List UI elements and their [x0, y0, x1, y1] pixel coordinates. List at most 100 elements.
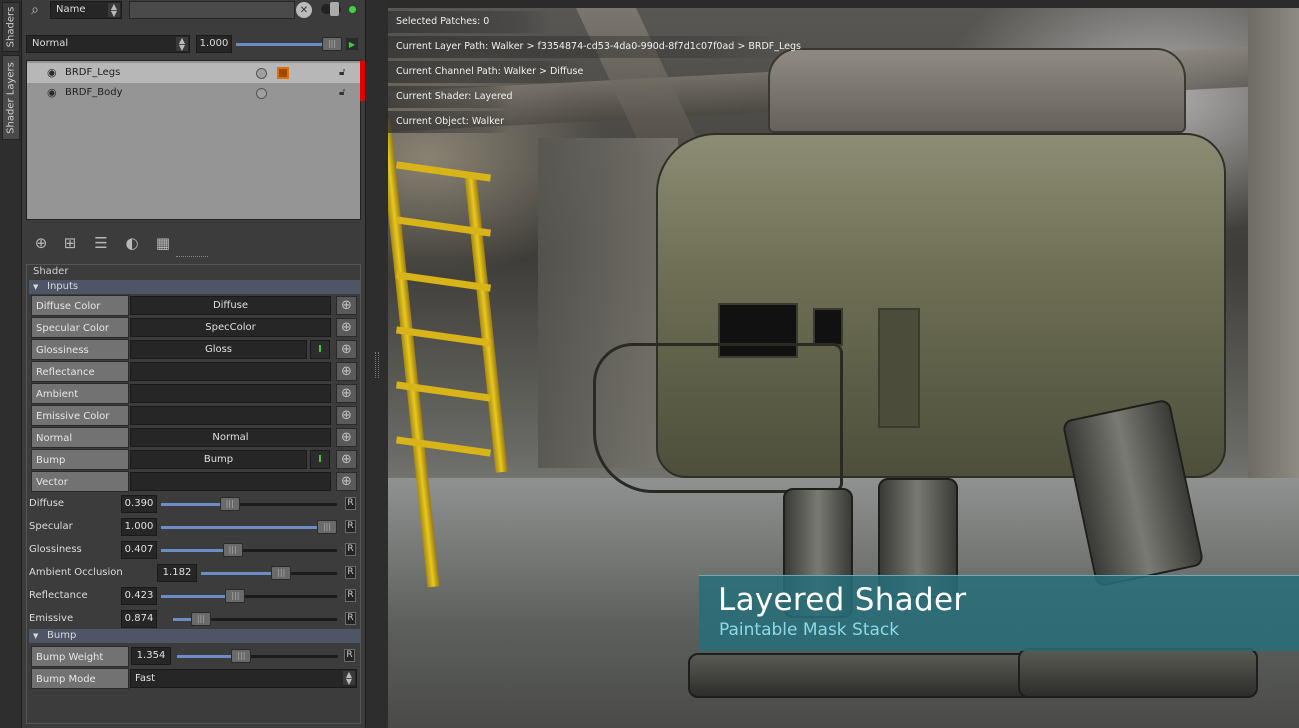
walker-roof-canopy — [768, 48, 1186, 133]
layer-mask-circle-icon[interactable] — [256, 88, 267, 99]
add-mask-icon[interactable]: ⊞ — [59, 232, 81, 254]
input-slot[interactable]: Gloss — [130, 340, 307, 359]
connect-plug-icon[interactable]: ⊕ — [336, 318, 357, 337]
opacity-slider-track[interactable]: ||| — [236, 37, 342, 51]
slider-knob[interactable]: ||| — [222, 543, 243, 557]
3d-viewport[interactable]: Selected Patches: 0 Current Layer Path: W… — [388, 8, 1299, 728]
reset-button[interactable]: R — [345, 612, 356, 625]
eye-icon[interactable]: ◉ — [47, 87, 61, 99]
opacity-value-field[interactable]: 1.000 — [196, 35, 232, 53]
bump-group-header[interactable]: Bump — [29, 629, 360, 643]
lock-icon[interactable]: 🔓︎ — [339, 66, 353, 80]
slider-row: Ambient Occlusion 1.182 ||| R — [27, 563, 360, 583]
reset-button[interactable]: R — [345, 589, 356, 602]
slider-track[interactable]: ||| — [161, 543, 337, 557]
toggle-icon[interactable] — [321, 2, 341, 16]
input-slot[interactable] — [130, 362, 331, 381]
input-label: Normal — [31, 427, 129, 448]
connect-plug-icon[interactable]: ⊕ — [336, 450, 357, 469]
input-slot[interactable]: SpecColor — [130, 318, 331, 337]
connect-plug-icon[interactable]: ⊕ — [336, 340, 357, 359]
bump-mode-label: Bump Mode — [31, 668, 129, 689]
slider-knob[interactable]: ||| — [219, 497, 240, 511]
slider-value-field[interactable]: 0.423 — [121, 587, 157, 605]
slider-label: Glossiness — [29, 544, 82, 555]
slider-value-field[interactable]: 0.390 — [121, 495, 157, 513]
connect-plug-icon[interactable]: ⊕ — [336, 296, 357, 315]
slider-value-field[interactable]: 0.407 — [121, 541, 157, 559]
blend-mode-select[interactable]: Normal ▲ ▼ — [26, 35, 190, 53]
input-label: Diffuse Color — [31, 295, 129, 316]
search-icon[interactable]: ⌕ — [26, 0, 44, 20]
input-slot[interactable] — [130, 472, 331, 491]
walker-front-cage — [593, 343, 843, 493]
slider-label: Ambient Occlusion — [29, 567, 123, 578]
resize-grip-icon[interactable] — [176, 256, 208, 258]
connect-plug-icon[interactable]: ⊕ — [336, 472, 357, 491]
eye-icon[interactable]: ◉ — [47, 67, 61, 79]
reset-button[interactable]: R — [344, 649, 355, 662]
reset-button[interactable]: R — [345, 497, 356, 510]
connect-plug-icon[interactable]: ⊕ — [336, 384, 357, 403]
copy-layer-icon[interactable]: ◐ — [121, 232, 143, 254]
connect-plug-icon[interactable]: ⊕ — [336, 406, 357, 425]
reset-button[interactable]: R — [345, 543, 356, 556]
connect-plug-icon[interactable]: ⊕ — [336, 428, 357, 447]
bump-weight-slider-knob[interactable]: ||| — [231, 649, 252, 663]
input-row: Emissive Color ⊕ — [31, 405, 358, 426]
reset-button[interactable]: R — [345, 566, 356, 579]
slider-knob[interactable]: ||| — [190, 612, 211, 626]
layer-mask-circle-icon[interactable] — [256, 68, 267, 79]
add-layer-icon[interactable]: ⊕ — [30, 232, 52, 254]
bump-weight-slider[interactable]: ||| — [177, 649, 338, 663]
slider-knob[interactable]: ||| — [271, 566, 292, 580]
add-group-icon[interactable]: ☰ — [90, 232, 112, 254]
input-slot[interactable] — [130, 384, 331, 403]
inputs-group-header[interactable]: Inputs — [29, 280, 360, 294]
warehouse-column — [1248, 8, 1299, 478]
opacity-slider[interactable]: ||| — [236, 34, 342, 54]
bump-mode-select[interactable]: Fast ▲ ▼ — [130, 669, 357, 688]
clear-icon[interactable]: ✕ — [296, 2, 312, 18]
layer-row-brdf-body[interactable]: ◉ BRDF_Body 🔓︎ — [27, 83, 360, 103]
reset-button[interactable]: R — [345, 520, 356, 533]
slider-track[interactable]: ||| — [161, 497, 337, 511]
input-slot[interactable] — [130, 406, 331, 425]
grid-icon[interactable]: ▦ — [152, 232, 174, 254]
slider-fill — [201, 572, 282, 575]
input-toggle-button[interactable]: I — [310, 340, 330, 359]
slider-track[interactable]: ||| — [161, 520, 337, 534]
tab-shader-layers[interactable]: Shader Layers — [2, 55, 20, 140]
layer-row-brdf-legs[interactable]: ◉ BRDF_Legs 🔓︎ — [27, 63, 360, 83]
banner-title: Layered Shader — [718, 582, 967, 618]
layer-mask-thumbnail-icon[interactable] — [277, 67, 289, 79]
input-row: Diffuse Color Diffuse ⊕ — [31, 295, 358, 316]
splitter-grip-icon[interactable] — [375, 352, 379, 378]
filter-field-select[interactable]: Name ▲ ▼ — [50, 1, 122, 19]
slider-value-field[interactable]: 1.000 — [121, 518, 157, 536]
play-icon[interactable]: ▶ — [346, 38, 358, 50]
input-label: Glossiness — [31, 339, 129, 360]
chevron-updown-icon: ▲ ▼ — [108, 3, 120, 18]
slider-value-field[interactable]: 0.874 — [121, 610, 157, 628]
bump-weight-value[interactable]: 1.354 — [131, 647, 171, 665]
ladder-rail — [464, 173, 508, 473]
lock-icon[interactable]: 🔓︎ — [339, 86, 353, 100]
slider-knob[interactable]: ||| — [317, 520, 337, 534]
slider-track[interactable]: ||| — [173, 612, 337, 626]
search-input[interactable] — [129, 1, 295, 19]
panel-splitter[interactable] — [365, 0, 388, 728]
input-label: Reflectance — [31, 361, 129, 382]
slider-track[interactable]: ||| — [161, 589, 337, 603]
slider-track[interactable]: ||| — [201, 566, 337, 580]
tab-shaders[interactable]: Shaders — [2, 2, 20, 52]
input-slot[interactable]: Diffuse — [130, 296, 331, 315]
connect-plug-icon[interactable]: ⊕ — [336, 362, 357, 381]
opacity-slider-knob[interactable]: ||| — [322, 37, 342, 51]
input-toggle-button[interactable]: I — [310, 450, 330, 469]
input-slot[interactable]: Bump — [130, 450, 307, 469]
slider-knob[interactable]: ||| — [225, 589, 246, 603]
blend-mode-value: Normal — [32, 38, 69, 49]
input-slot[interactable]: Normal — [130, 428, 331, 447]
slider-value-field[interactable]: 1.182 — [157, 564, 197, 582]
